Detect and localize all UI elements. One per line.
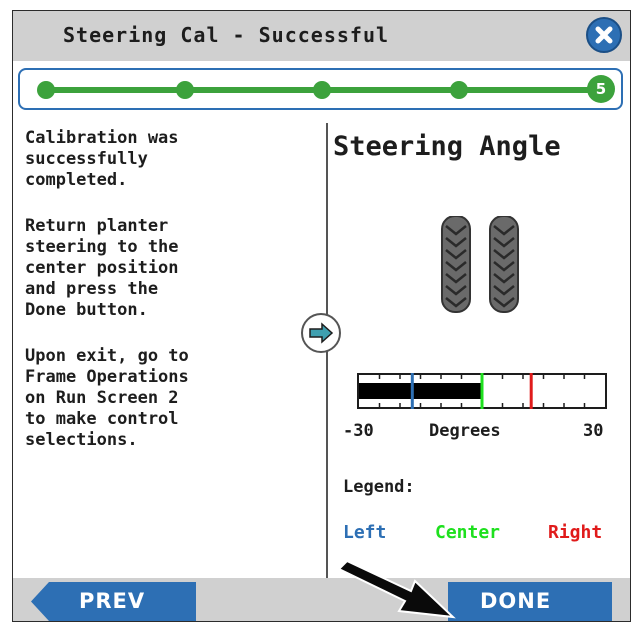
gauge-fill bbox=[359, 383, 482, 399]
step-dot-2 bbox=[176, 81, 194, 99]
callout-arrow-icon bbox=[337, 559, 456, 619]
steering-angle-title: Steering Angle bbox=[333, 131, 561, 162]
done-button[interactable]: DONE bbox=[448, 582, 612, 621]
prev-button[interactable]: PREV bbox=[31, 582, 196, 621]
gauge-max-label: 30 bbox=[583, 421, 604, 441]
next-arrow-button[interactable] bbox=[301, 313, 341, 353]
legend-center: Center bbox=[435, 522, 501, 543]
arrow-right-icon bbox=[309, 322, 334, 344]
page-title: Steering Cal - Successful bbox=[63, 23, 390, 47]
instruction-text-1: Calibration was successfully completed. bbox=[25, 128, 179, 190]
step-progress: 5 bbox=[18, 68, 623, 110]
instruction-text-3: Upon exit, go to Frame Operations on Run… bbox=[25, 346, 189, 450]
step-dot-3 bbox=[313, 81, 331, 99]
gauge-axis-label: Degrees bbox=[429, 421, 501, 441]
gauge-min-label: -30 bbox=[343, 421, 374, 441]
screen-frame: Steering Cal - Successful 5 Calibration … bbox=[12, 10, 631, 622]
tires-icon bbox=[441, 216, 519, 313]
steering-gauge bbox=[357, 373, 607, 409]
instruction-text-2: Return planter steering to the center po… bbox=[25, 216, 179, 320]
legend-right: Right bbox=[548, 522, 603, 543]
gauge-right-marker bbox=[529, 373, 533, 409]
step-dot-4 bbox=[450, 81, 468, 99]
instructions-pane: Calibration was successfully completed. … bbox=[13, 123, 326, 578]
gauge-left-marker bbox=[410, 373, 414, 409]
gauge-center-marker bbox=[480, 373, 484, 409]
done-label: DONE bbox=[480, 589, 552, 613]
step-dot-1 bbox=[37, 81, 55, 99]
title-bar: Steering Cal - Successful bbox=[13, 11, 630, 61]
close-icon bbox=[595, 26, 613, 44]
close-button[interactable] bbox=[586, 17, 622, 53]
legend-left: Left bbox=[343, 522, 387, 543]
step-current-badge: 5 bbox=[587, 75, 615, 103]
legend-heading: Legend: bbox=[343, 477, 415, 497]
prev-label: PREV bbox=[79, 589, 146, 613]
